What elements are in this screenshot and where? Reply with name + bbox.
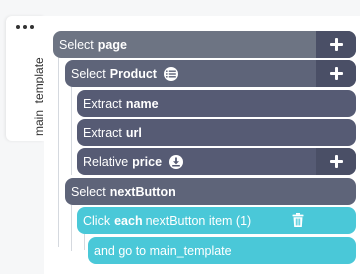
click-each-command[interactable]: Click each nextButton item (1) (77, 207, 356, 234)
command-keyword: price (132, 154, 163, 169)
template-editor: main_template Select page Select Product (0, 0, 360, 274)
command-keyword: each (114, 213, 143, 228)
command-verb: Select (71, 184, 106, 199)
command-verb: Select (59, 37, 94, 52)
command-target: nextButton item (1) (145, 213, 252, 228)
command-keyword: nextButton (109, 184, 176, 199)
command-keyword: Product (109, 66, 157, 81)
tree-guide-line (71, 87, 72, 175)
trash-icon[interactable] (292, 213, 304, 230)
command-keyword: page (97, 37, 127, 52)
tree-guide-line (71, 205, 72, 251)
command-verb: Relative (83, 154, 129, 169)
select-nextbutton-command[interactable]: Select nextButton (65, 178, 356, 205)
command-text: and go to main_template (94, 243, 232, 258)
plus-icon (329, 38, 343, 51)
command-verb: Extract (83, 96, 122, 111)
add-command-button[interactable] (316, 148, 356, 175)
select-product-command[interactable]: Select Product (65, 60, 356, 87)
command-keyword: name (125, 96, 159, 111)
add-command-button[interactable] (316, 60, 356, 87)
select-page-command[interactable]: Select page (53, 31, 356, 58)
go-to-template-command[interactable]: and go to main_template (88, 237, 356, 264)
add-command-button[interactable] (316, 31, 356, 58)
relative-price-command[interactable]: Relative price (77, 148, 356, 175)
command-verb: Extract (83, 125, 122, 140)
plus-icon (329, 155, 343, 168)
list-icon[interactable] (163, 66, 178, 81)
command-verb: Click (83, 213, 111, 228)
command-keyword: url (125, 125, 142, 140)
more-dots-icon[interactable] (16, 25, 34, 29)
command-verb: Select (71, 66, 106, 81)
download-icon[interactable] (169, 154, 184, 169)
tree-guide-line (84, 234, 85, 250)
template-tab[interactable]: main_template (6, 16, 46, 141)
extract-url-command[interactable]: Extract url (77, 119, 356, 146)
plus-icon (329, 67, 343, 80)
tree-guide-line (58, 57, 59, 247)
extract-name-command[interactable]: Extract name (77, 90, 356, 117)
